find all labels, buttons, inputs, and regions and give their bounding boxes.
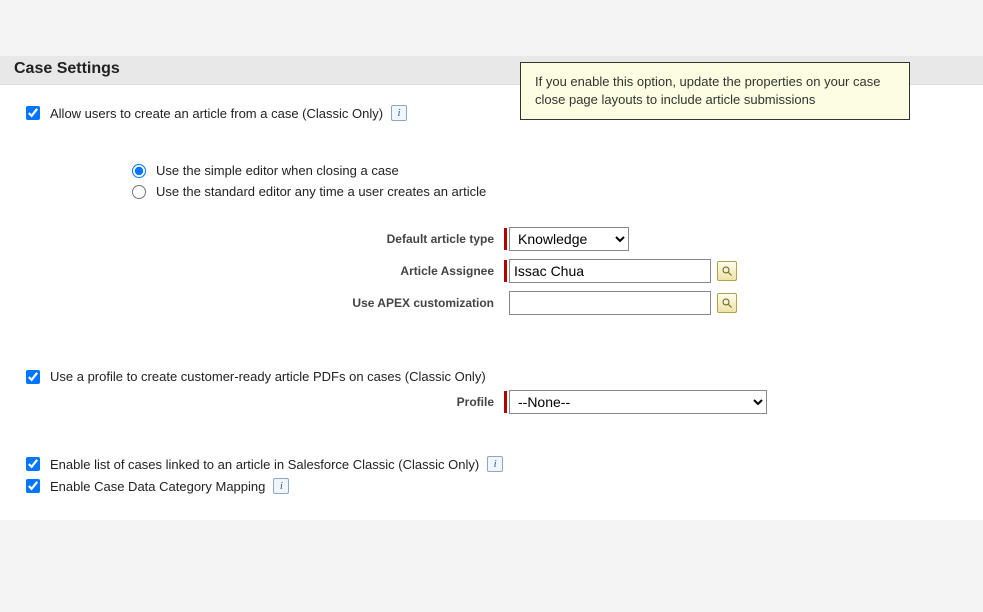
- apex-customization-input[interactable]: [509, 291, 711, 315]
- lookup-icon[interactable]: [717, 261, 737, 281]
- section-title: Case Settings: [14, 60, 120, 77]
- enable-mapping-label: Enable Case Data Category Mapping: [50, 479, 265, 494]
- allow-create-article-label: Allow users to create an article from a …: [50, 106, 383, 121]
- help-tooltip: If you enable this option, update the pr…: [520, 62, 910, 120]
- use-profile-pdf-checkbox[interactable]: [26, 370, 40, 384]
- enable-case-list-label: Enable list of cases linked to an articl…: [50, 457, 479, 472]
- default-article-type-label: Default article type: [14, 232, 504, 246]
- editor-simple-radio[interactable]: [132, 164, 146, 178]
- lookup-icon[interactable]: [717, 293, 737, 313]
- use-profile-pdf-label: Use a profile to create customer-ready a…: [50, 369, 486, 384]
- enable-case-list-checkbox[interactable]: [26, 457, 40, 471]
- info-icon[interactable]: i: [487, 456, 503, 472]
- enable-mapping-checkbox[interactable]: [26, 479, 40, 493]
- required-bar: [504, 228, 507, 250]
- required-bar: [504, 391, 507, 413]
- profile-select[interactable]: --None--: [509, 390, 767, 414]
- article-assignee-label: Article Assignee: [14, 264, 504, 278]
- default-article-type-select[interactable]: Knowledge: [509, 227, 629, 251]
- editor-simple-label: Use the simple editor when closing a cas…: [156, 163, 399, 178]
- allow-create-article-checkbox[interactable]: [26, 106, 40, 120]
- editor-standard-label: Use the standard editor any time a user …: [156, 184, 486, 199]
- apex-customization-label: Use APEX customization: [14, 296, 504, 310]
- profile-label: Profile: [14, 395, 504, 409]
- article-assignee-input[interactable]: [509, 259, 711, 283]
- required-bar: [504, 260, 507, 282]
- info-icon[interactable]: i: [273, 478, 289, 494]
- editor-standard-radio[interactable]: [132, 185, 146, 199]
- info-icon[interactable]: i: [391, 105, 407, 121]
- tooltip-text: If you enable this option, update the pr…: [535, 74, 880, 107]
